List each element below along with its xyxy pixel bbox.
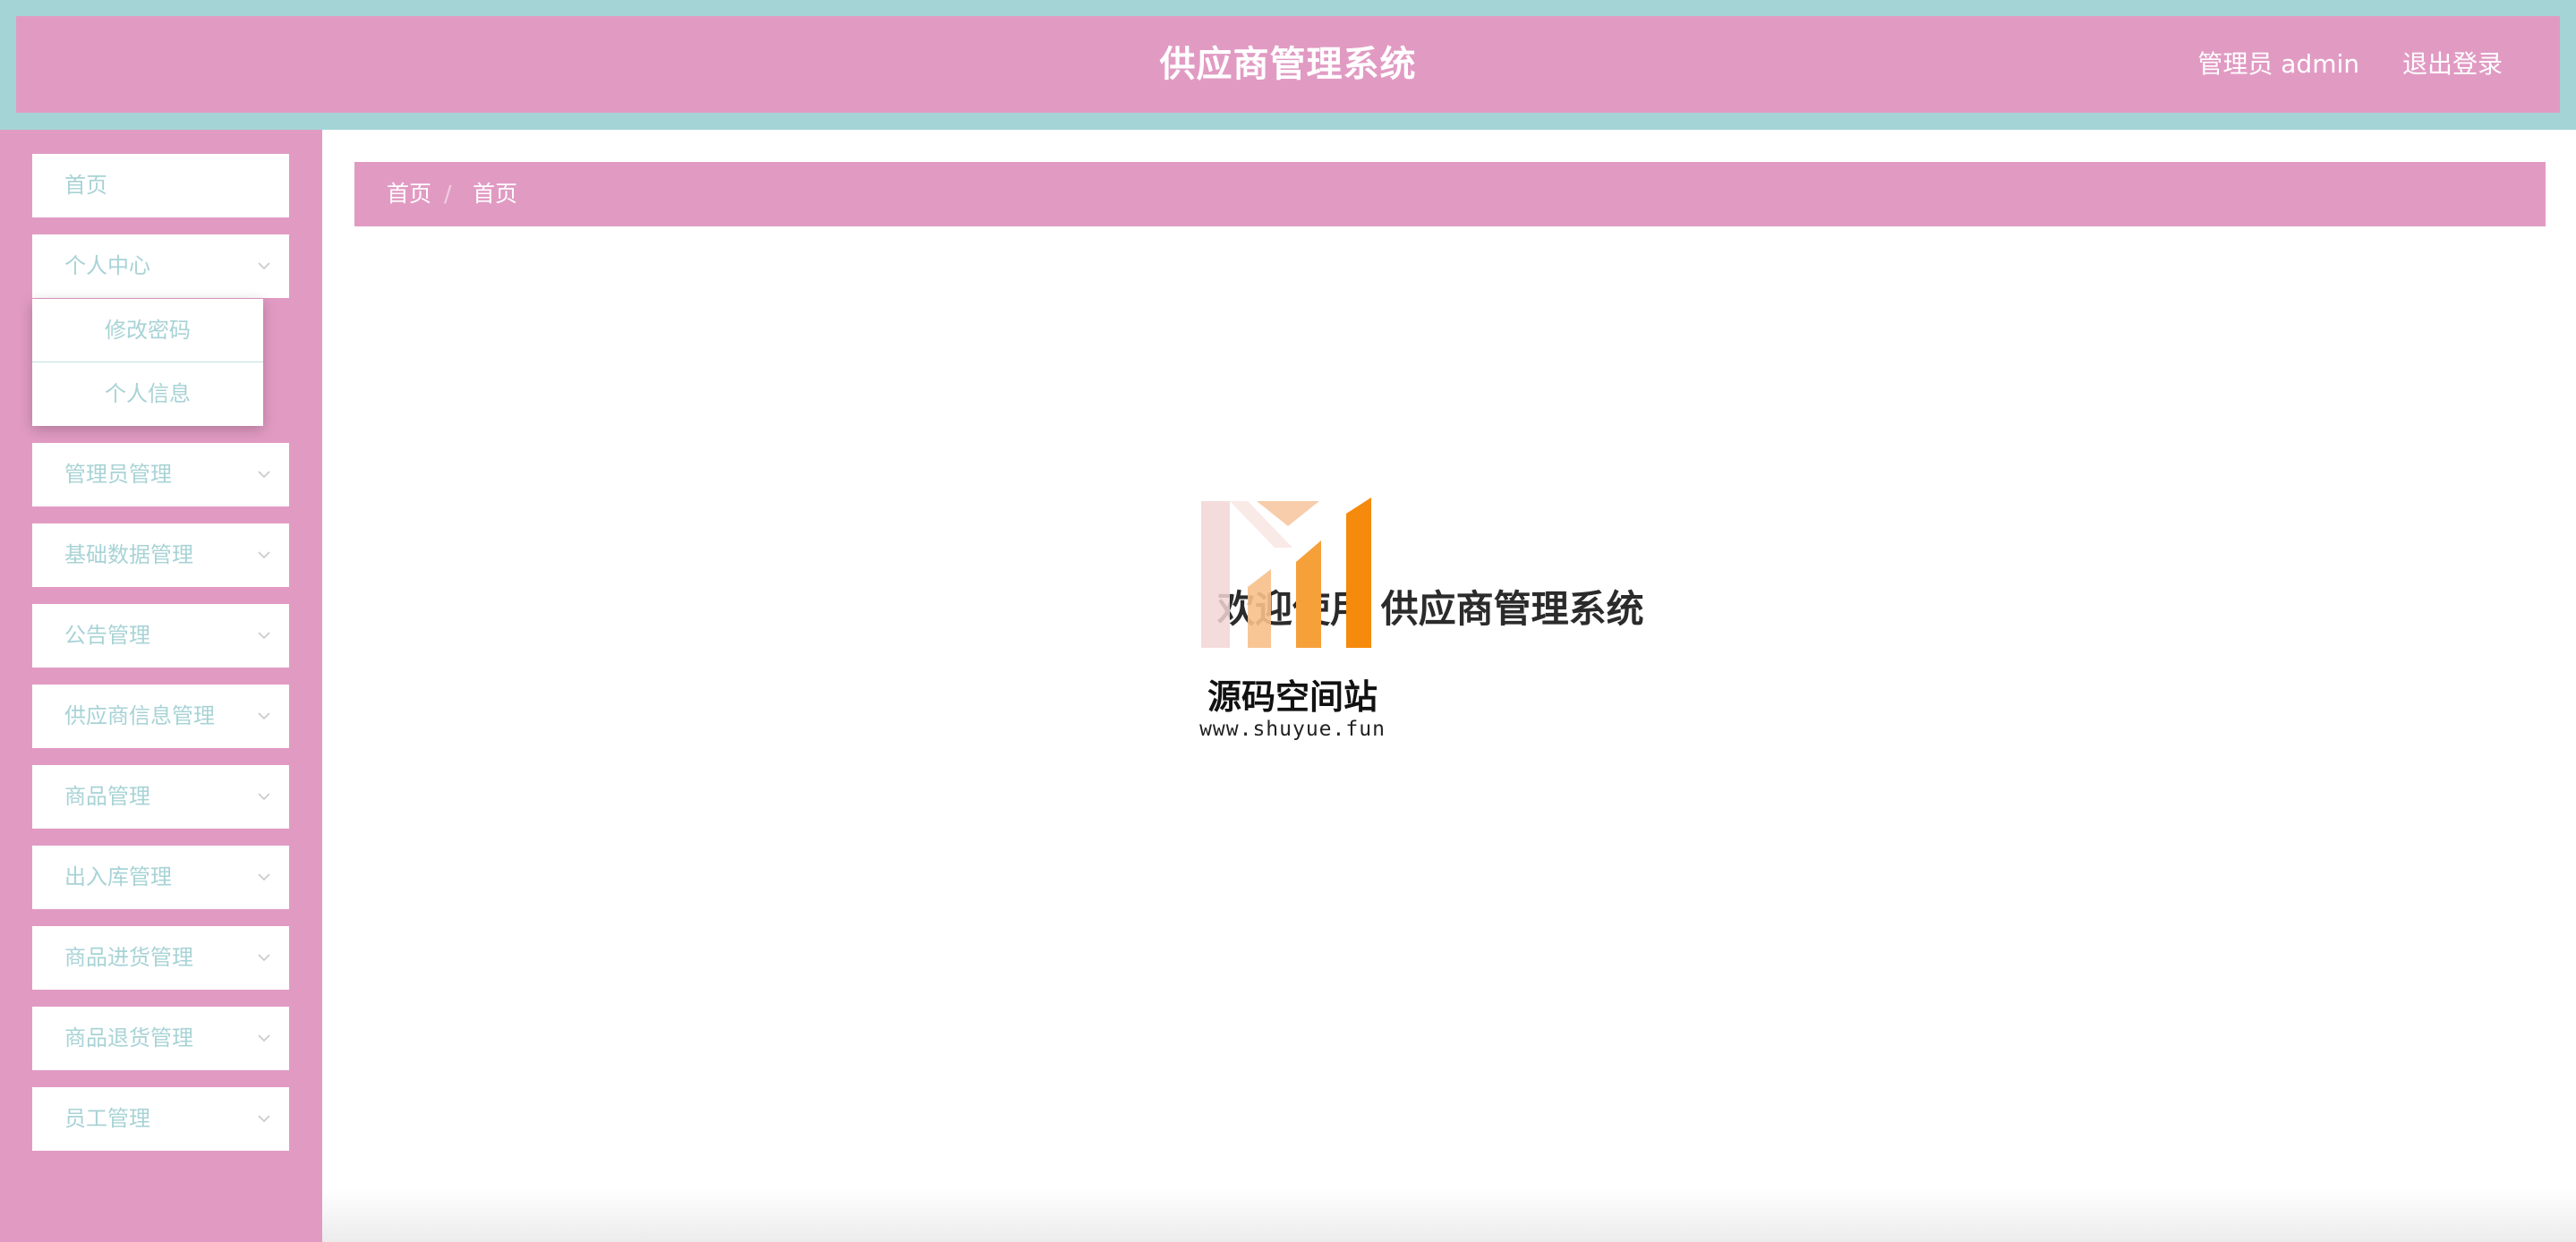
sidebar-item-label: 商品进货管理: [64, 945, 193, 970]
sidebar-item-home[interactable]: 首页: [32, 154, 289, 217]
sidebar-item-supplier-info[interactable]: 供应商信息管理: [32, 685, 289, 748]
sidebar-item-label: 供应商信息管理: [64, 703, 215, 728]
sidebar-item-label: 基础数据管理: [64, 542, 193, 567]
sidebar-item-returns[interactable]: 商品退货管理: [32, 1007, 289, 1070]
breadcrumb: 首页 / 首页: [354, 162, 2546, 226]
sidebar-item-products[interactable]: 商品管理: [32, 765, 289, 829]
chevron-down-icon: [258, 1115, 270, 1123]
sidebar-item-base-data[interactable]: 基础数据管理: [32, 523, 289, 587]
app-title: 供应商管理系统: [1159, 44, 1417, 85]
chevron-down-icon: [258, 632, 270, 640]
chevron-down-icon: [258, 471, 270, 479]
chevron-down-icon: [258, 712, 270, 720]
sidebar-item-label: 员工管理: [64, 1106, 150, 1131]
sidebar: 首页 个人中心 管理员管理 基础数据管理 公告管理 供应商信息管理 商品管理 出…: [0, 130, 322, 1242]
sidebar-item-purchasing[interactable]: 商品进货管理: [32, 926, 289, 990]
sidebar-item-label: 商品退货管理: [64, 1025, 193, 1051]
sidebar-item-label: 商品管理: [64, 784, 150, 809]
chevron-down-icon: [258, 793, 270, 801]
sidebar-item-label: 首页: [64, 173, 107, 198]
breadcrumb-separator: /: [444, 181, 452, 207]
chevron-down-icon: [258, 551, 270, 559]
current-user: 管理员 admin: [2197, 49, 2359, 79]
chevron-down-icon: [258, 262, 270, 270]
watermark: 源码空间站 www.shuyue.fun: [1185, 494, 1418, 762]
sidebar-item-admin-management[interactable]: 管理员管理: [32, 443, 289, 506]
logout-button[interactable]: 退出登录: [2402, 16, 2503, 113]
chevron-down-icon: [258, 1034, 270, 1042]
chevron-down-icon: [258, 873, 270, 881]
watermark-logo-icon: [1201, 498, 1371, 648]
sidebar-item-label: 个人中心: [64, 253, 150, 278]
header-bar: 供应商管理系统 管理员 admin 退出登录: [16, 16, 2560, 113]
breadcrumb-current: 首页: [473, 181, 518, 207]
watermark-url: www.shuyue.fun: [1199, 718, 1386, 741]
main-content: 首页 / 首页 欢迎使用 供应商管理系统 源码空间站 www.shuyue.fu…: [322, 130, 2576, 1242]
sidebar-item-label: 公告管理: [64, 623, 150, 648]
watermark-name: 源码空间站: [1207, 677, 1378, 717]
submenu-item-personal-info[interactable]: 个人信息: [32, 362, 263, 426]
sidebar-item-personal-center[interactable]: 个人中心: [32, 234, 289, 298]
sidebar-item-label: 管理员管理: [64, 462, 172, 487]
personal-center-submenu: 修改密码 个人信息: [32, 299, 263, 426]
sidebar-item-employees[interactable]: 员工管理: [32, 1087, 289, 1151]
sidebar-item-inventory[interactable]: 出入库管理: [32, 846, 289, 909]
sidebar-item-announcements[interactable]: 公告管理: [32, 604, 289, 668]
breadcrumb-home-link[interactable]: 首页: [387, 162, 431, 226]
bottom-shadow: [322, 1188, 2576, 1242]
sidebar-item-label: 出入库管理: [64, 864, 172, 889]
chevron-down-icon: [258, 954, 270, 962]
submenu-item-change-password[interactable]: 修改密码: [32, 299, 263, 362]
header-frame: 供应商管理系统 管理员 admin 退出登录: [0, 0, 2576, 130]
